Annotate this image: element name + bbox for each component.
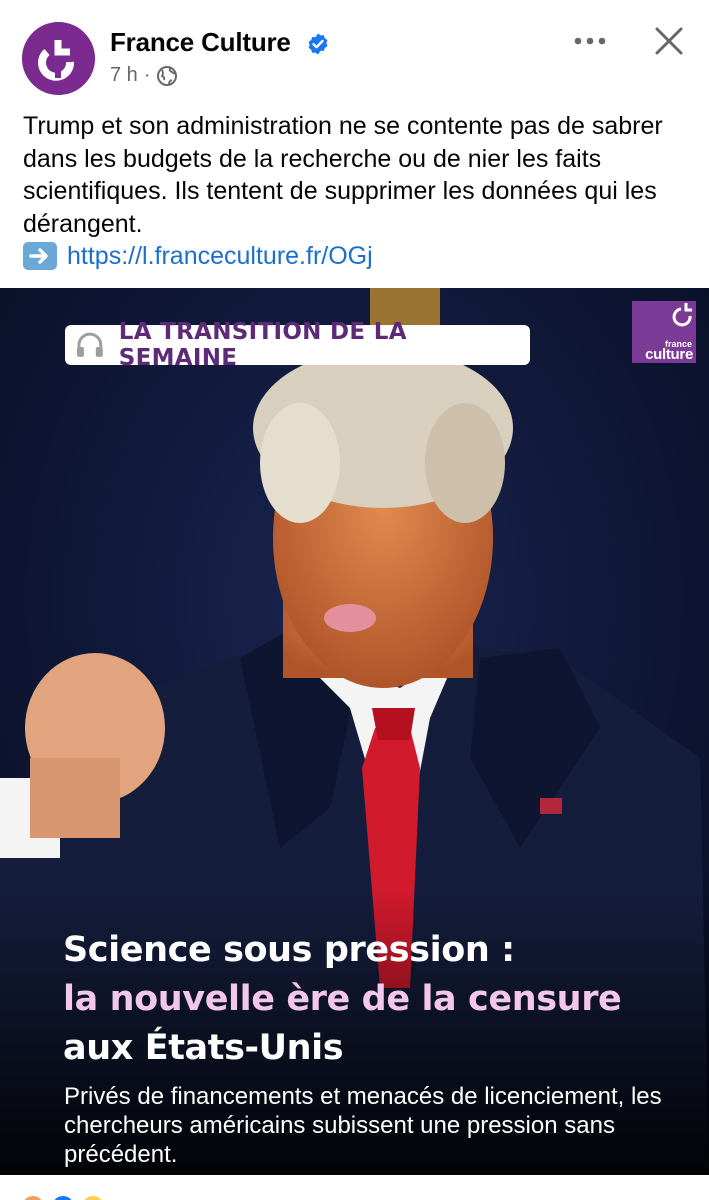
close-icon xyxy=(655,27,683,55)
logo-text-big: culture xyxy=(645,346,693,363)
france-culture-brand-logo: france culture xyxy=(632,301,696,363)
post-meta: 7 h · xyxy=(110,64,178,87)
post-link[interactable]: https://l.franceculture.fr/OGj xyxy=(67,240,373,273)
post-text: Trump et son administration ne se conten… xyxy=(23,112,663,238)
post-header: France Culture 7 h · xyxy=(0,0,709,110)
verified-badge-icon xyxy=(308,33,328,55)
meta-separator: · xyxy=(143,64,151,86)
reactions-bar xyxy=(0,1175,709,1200)
more-options-button[interactable] xyxy=(568,24,612,58)
post-body: Trump et son administration ne se conten… xyxy=(23,110,693,273)
image-headline: Science sous pression : la nouvelle ère … xyxy=(63,926,703,1073)
headline-line-3: aux États-Unis xyxy=(63,1028,344,1068)
series-tag-label: LA TRANSITION DE LA SEMAINE xyxy=(118,319,407,371)
right-arrow-icon xyxy=(23,242,57,271)
series-tag: LA TRANSITION DE LA SEMAINE xyxy=(65,319,530,371)
headline-line-2: la nouvelle ère de la censure xyxy=(63,979,622,1019)
france-culture-mark-icon xyxy=(672,303,692,327)
post-link-row: https://l.franceculture.fr/OGj xyxy=(23,240,693,273)
page-avatar[interactable] xyxy=(22,22,95,95)
headphones-icon xyxy=(76,332,103,357)
more-options-icon xyxy=(574,37,606,45)
image-subheadline: Privés de financements et menacés de lic… xyxy=(64,1083,662,1168)
page-name[interactable]: France Culture xyxy=(110,27,291,58)
globe-icon[interactable] xyxy=(156,65,178,87)
headline-line-1: Science sous pression : xyxy=(63,930,515,970)
france-culture-logo-icon xyxy=(22,22,95,95)
post-time[interactable]: 7 h xyxy=(110,64,138,87)
close-button[interactable] xyxy=(646,20,692,62)
